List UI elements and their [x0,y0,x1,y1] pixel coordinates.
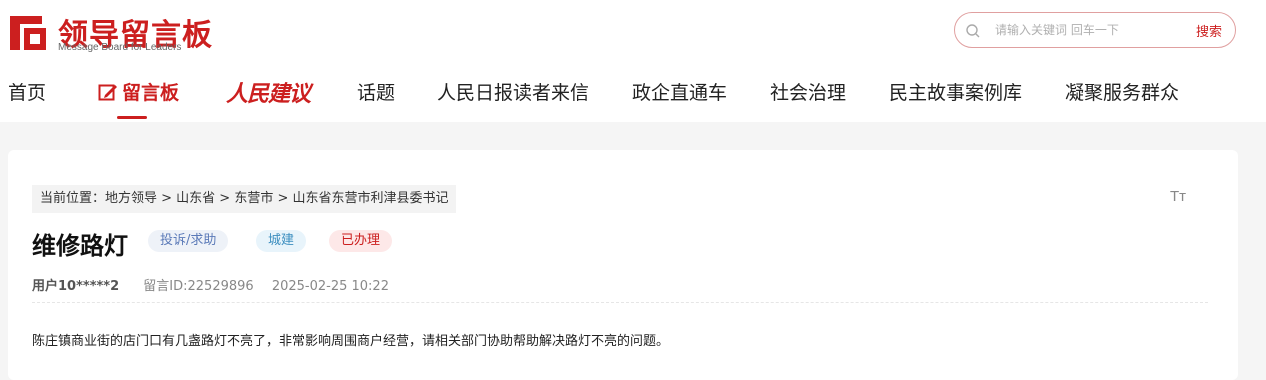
nav-item-people-suggestion[interactable]: 人民建议 [226,76,311,108]
nav-item-topics[interactable]: 话题 [357,78,395,105]
message-id: 留言ID:22529896 [143,279,254,294]
message-datetime: 2025-02-25 10:22 [271,279,389,294]
tag-type: 投诉/求助 [148,230,229,252]
status-badge: 已办理 [329,230,393,252]
message-title: 维修路灯 [32,232,128,260]
font-size-toggle-icon[interactable]: Tт [1170,188,1186,205]
search-input[interactable] [995,21,1175,39]
main-nav: 首页 留言板 人民建议 话题 人民日报读者来信 政企直通车 社会治理 民主故事案… [0,78,1266,118]
tag-field: 城建 [256,230,307,252]
nav-item-social-governance[interactable]: 社会治理 [770,78,846,105]
logo-mark-icon [10,16,46,50]
nav-item-serve-masses[interactable]: 凝聚服务群众 [1065,78,1179,105]
logo-subtitle: Message Board for Leaders [58,42,182,53]
nav-item-democracy-cases[interactable]: 民主故事案例库 [889,78,1022,105]
breadcrumb: 当前位置：地方领导 > 山东省 > 东营市 > 山东省东营市利津县委书记 [32,185,457,213]
nav-item-message-board[interactable]: 留言板 [98,78,179,105]
message-user: 用户10*****2 [32,279,120,294]
nav-item-home[interactable]: 首页 [8,78,46,105]
search-button[interactable]: 搜索 [1196,21,1222,40]
edit-icon [98,84,117,101]
nav-item-message-board-label: 留言板 [122,82,180,104]
nav-item-readers-letters[interactable]: 人民日报读者来信 [437,78,589,105]
message-content: 陈庄镇商业街的店门口有几盏路灯不亮了，非常影响周围商户经营，请相关部门协助帮助解… [32,334,670,349]
message-meta: 用户10*****2 留言ID:22529896 2025-02-25 10:2… [32,275,389,294]
search-icon [966,24,980,38]
search-box: 搜索 [954,12,1236,48]
message-card: 当前位置：地方领导 > 山东省 > 东营市 > 山东省东营市利津县委书记 Tт … [8,150,1238,380]
nav-item-enterprise-express[interactable]: 政企直通车 [632,78,727,105]
header: 领导留言板 Message Board for Leaders 搜索 首页 留言… [0,0,1266,122]
divider [32,302,1208,303]
nav-active-indicator [117,116,147,119]
